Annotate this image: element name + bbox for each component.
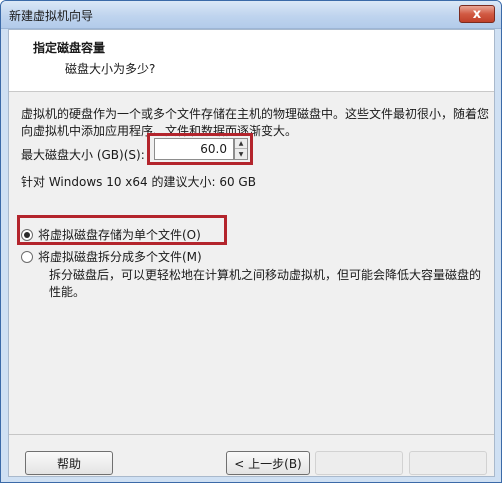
split-file-radio-icon[interactable]	[21, 250, 33, 263]
page-subtitle: 磁盘大小为多少?	[65, 62, 156, 76]
close-button[interactable]: x	[459, 5, 495, 23]
back-button[interactable]: < 上一步(B)	[226, 451, 310, 475]
wizard-window: 新建虚拟机向导 x 指定磁盘容量 磁盘大小为多少? 虚拟机的硬盘作为一个或多个文…	[0, 0, 502, 483]
disk-size-label: 最大磁盘大小 (GB)(S):	[21, 148, 145, 162]
disk-size-highlight	[147, 133, 253, 165]
recommended-size: 针对 Windows 10 x64 的建议大小: 60 GB	[21, 175, 256, 189]
disk-description: 虚拟机的硬盘作为一个或多个文件存储在主机的物理磁盘中。这些文件最初很小，随着您向…	[21, 107, 490, 138]
split-file-option[interactable]: 将虚拟磁盘拆分成多个文件(M)	[21, 248, 202, 265]
help-button[interactable]: 帮助	[25, 451, 113, 475]
title-bar[interactable]: 新建虚拟机向导 x	[1, 1, 501, 29]
cancel-button[interactable]	[409, 451, 487, 475]
split-file-label[interactable]: 将虚拟磁盘拆分成多个文件(M)	[38, 248, 202, 265]
window-title: 新建虚拟机向导	[9, 9, 94, 23]
split-file-description: 拆分磁盘后，可以更轻松地在计算机之间移动虚拟机，但可能会降低大容量磁盘的性能。	[49, 268, 482, 299]
page-title: 指定磁盘容量	[33, 41, 106, 55]
close-icon: x	[472, 6, 482, 22]
wizard-content: 指定磁盘容量 磁盘大小为多少? 虚拟机的硬盘作为一个或多个文件存储在主机的物理磁…	[8, 29, 495, 477]
next-button[interactable]	[315, 451, 403, 475]
footer-divider	[9, 434, 494, 435]
single-file-highlight	[17, 215, 227, 245]
wizard-header: 指定磁盘容量 磁盘大小为多少?	[9, 30, 494, 92]
